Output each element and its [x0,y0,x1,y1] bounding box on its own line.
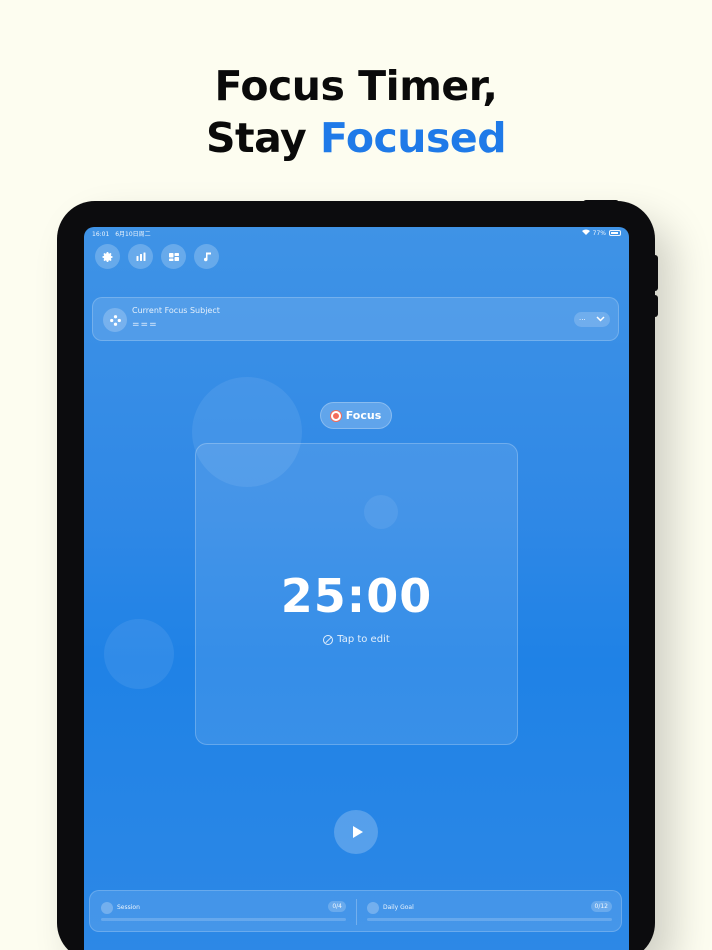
headline-line-1: Focus Timer, [214,62,498,110]
tablet-volume-up [653,255,658,291]
layout-button[interactable] [161,244,186,269]
layout-icon [168,252,179,261]
daily-goal-stat: Daily Goal 0/12 [367,900,612,924]
session-progress-track [101,918,346,921]
target-icon [367,902,379,914]
play-button[interactable] [334,810,378,854]
app-screen: 16:01 6月10日周二 77% Current Focus Subject [84,227,629,950]
status-left: 16:01 6月10日周二 [92,229,151,238]
status-date: 6月10日周二 [115,230,151,238]
daily-goal-progress-track [367,918,612,921]
status-right: 77% [581,229,621,237]
bar-chart-icon [101,902,113,914]
daily-goal-count: 0/12 [590,901,612,912]
statistics-button[interactable] [128,244,153,269]
timer-value[interactable]: 25:00 [196,569,517,623]
battery-icon [609,230,621,236]
battery-percent: 77% [592,229,606,237]
divider [356,899,357,925]
subject-label: Current Focus Subject [132,306,220,315]
settings-button[interactable] [95,244,120,269]
target-icon [330,410,341,421]
session-stat: Session 0/4 [101,900,346,924]
timer-hint-label: Tap to edit [337,634,390,645]
progress-bar-panel: Session 0/4 Daily Goal 0/12 [89,890,622,932]
headline-line-2: Stay Focused [0,112,712,164]
headline: Focus Timer, Stay Focused [0,60,712,164]
status-bar: 16:01 6月10日周二 77% [84,227,629,239]
music-note-icon [203,252,211,261]
music-button[interactable] [194,244,219,269]
timer-edit-hint[interactable]: Tap to edit [196,634,517,645]
chevron-down-icon [596,315,605,324]
subject-dropdown-button[interactable]: ··· [574,312,610,327]
ellipsis-icon: ··· [579,315,586,324]
mode-label: Focus [345,409,382,422]
play-icon [353,826,363,838]
headline-accent: Focused [319,114,507,162]
toolbar [95,244,219,269]
gamepad-icon [103,308,127,332]
wifi-icon [581,229,590,237]
session-label: Session [117,904,140,911]
mode-pill-focus[interactable]: Focus [320,402,392,429]
focus-subject-card[interactable]: Current Focus Subject === ··· [92,297,619,341]
pencil-icon [323,634,334,645]
subject-value: === [132,320,158,330]
tablet-top-button [583,200,619,206]
timer-card[interactable]: 25:00 Tap to edit [195,443,518,745]
gear-icon [102,251,112,262]
status-time: 16:01 [92,230,110,238]
session-count: 0/4 [328,901,346,912]
headline-plain: Stay [205,114,320,162]
bar-chart-icon [136,252,145,261]
tablet-volume-down [653,295,658,317]
daily-goal-label: Daily Goal [383,904,414,911]
decor-bubble [104,619,174,689]
